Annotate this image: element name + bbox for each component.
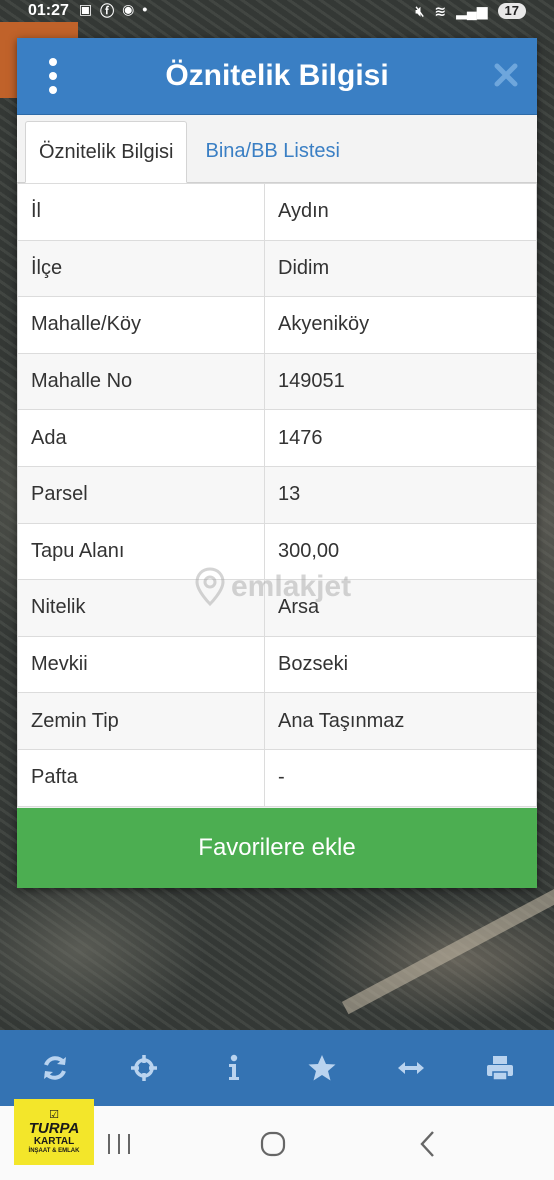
measure-button[interactable] bbox=[388, 1045, 434, 1091]
table-row: Nitelik Arsa bbox=[17, 579, 537, 637]
table-row: Parsel 13 bbox=[17, 465, 537, 524]
attr-value: Arsa bbox=[264, 579, 537, 637]
back-icon bbox=[420, 1131, 434, 1157]
table-row: İl Aydın bbox=[17, 183, 537, 241]
measure-icon bbox=[397, 1062, 424, 1074]
locate-icon bbox=[130, 1055, 157, 1081]
table-row: Mahalle/Köy Akyeniköy bbox=[17, 296, 537, 354]
attr-value: 13 bbox=[264, 465, 537, 524]
table-row: Pafta - bbox=[17, 748, 537, 807]
attr-value: 1476 bbox=[264, 409, 537, 467]
attr-value: Ana Taşınmaz bbox=[264, 692, 537, 750]
table-row: Mahalle No 149051 bbox=[17, 352, 537, 411]
logo-line2: KARTAL bbox=[33, 1135, 75, 1147]
attr-key: Parsel bbox=[17, 465, 265, 524]
brand-logo: ☑ TURPA KARTAL İNŞAAT & EMLAK bbox=[14, 1099, 94, 1165]
print-button[interactable] bbox=[477, 1045, 523, 1091]
attr-key: Zemin Tip bbox=[17, 692, 265, 750]
locate-button[interactable] bbox=[121, 1045, 167, 1091]
attr-key: İlçe bbox=[17, 239, 265, 298]
dot-icon: • bbox=[142, 1, 148, 17]
attr-value: 300,00 bbox=[264, 522, 537, 581]
attr-key: Mahalle/Köy bbox=[17, 296, 265, 354]
recent-apps-icon bbox=[108, 1134, 130, 1154]
table-row: Ada 1476 bbox=[17, 409, 537, 467]
attr-key: Mahalle No bbox=[17, 352, 265, 411]
info-icon bbox=[228, 1054, 239, 1080]
attr-key: İl bbox=[17, 183, 265, 241]
signal-icon: ▂▄▆ bbox=[456, 2, 488, 19]
mute-icon: 🔇︎ bbox=[415, 2, 425, 19]
more-vert-icon[interactable] bbox=[45, 58, 61, 94]
table-row: Tapu Alanı 300,00 bbox=[17, 522, 537, 581]
attr-value: Bozseki bbox=[264, 635, 537, 694]
messenger-icon: ◉ bbox=[122, 1, 135, 17]
attr-key: Pafta bbox=[17, 748, 265, 807]
add-favorite-button[interactable]: Favorilere ekle bbox=[17, 808, 537, 888]
facebook-icon: ⓕ bbox=[100, 3, 115, 19]
logo-line1: TURPA bbox=[28, 1119, 80, 1137]
dialog-title: Öznitelik Bilgisi bbox=[165, 59, 389, 92]
attribute-dialog: Öznitelik Bilgisi Öznitelik Bilgisi Bina… bbox=[17, 38, 537, 888]
table-row: İlçe Didim bbox=[17, 239, 537, 298]
dialog-header: Öznitelik Bilgisi bbox=[17, 38, 537, 115]
refresh-button[interactable] bbox=[32, 1045, 78, 1091]
print-icon bbox=[486, 1056, 513, 1081]
notification-icons: ▣ ⓕ ◉ • bbox=[79, 1, 147, 21]
screenshot-icon: ▣ bbox=[78, 1, 93, 17]
home-button[interactable] bbox=[253, 1126, 293, 1162]
attr-value: Akyeniköy bbox=[264, 296, 537, 354]
status-time: 01:27 bbox=[28, 2, 69, 19]
status-bar: 01:27 ▣ ⓕ ◉ • 🔇︎ ≋ ▂▄▆ 17 bbox=[0, 0, 554, 22]
attribute-table: İl Aydın İlçe Didim Mahalle/Köy Akyeniköy M… bbox=[17, 183, 537, 807]
attr-value: 149051 bbox=[264, 352, 537, 411]
attr-key: Nitelik bbox=[17, 579, 265, 637]
close-icon[interactable] bbox=[493, 62, 519, 88]
back-button[interactable] bbox=[408, 1126, 448, 1162]
attr-value: - bbox=[264, 748, 537, 807]
tab-bar: Öznitelik Bilgisi Bina/BB Listesi bbox=[17, 115, 537, 183]
attr-key: Ada bbox=[17, 409, 265, 467]
table-row: Zemin Tip Ana Taşınmaz bbox=[17, 692, 537, 750]
refresh-icon bbox=[43, 1056, 66, 1080]
favorites-button[interactable] bbox=[299, 1045, 345, 1091]
attr-key: Mevkii bbox=[17, 635, 265, 694]
star-icon bbox=[308, 1055, 335, 1081]
home-icon bbox=[260, 1131, 286, 1157]
wifi-icon: ≋ bbox=[434, 2, 447, 19]
logo-line3: İNŞAAT & EMLAK bbox=[28, 1147, 80, 1154]
tab-attribute-info[interactable]: Öznitelik Bilgisi bbox=[25, 121, 188, 183]
table-row: Mevkii Bozseki bbox=[17, 635, 537, 694]
attr-value: Didim bbox=[264, 239, 537, 298]
map-toolbar bbox=[0, 1030, 554, 1106]
attr-value: Aydın bbox=[264, 183, 537, 241]
checkmark-icon: ☑ bbox=[49, 1108, 59, 1121]
attr-key: Tapu Alanı bbox=[17, 522, 265, 581]
info-button[interactable] bbox=[210, 1045, 256, 1091]
battery-indicator: 17 bbox=[497, 3, 526, 19]
recent-apps-button[interactable] bbox=[99, 1126, 139, 1162]
tab-building-list[interactable]: Bina/BB Listesi bbox=[187, 120, 353, 182]
